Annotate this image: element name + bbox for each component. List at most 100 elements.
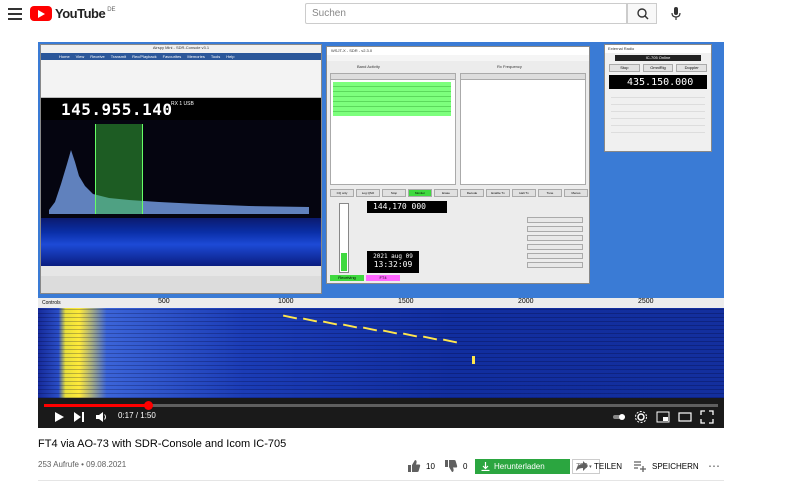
- divider: [38, 480, 724, 481]
- menu-icon[interactable]: [8, 8, 22, 20]
- sdr-menu-item[interactable]: Receive: [90, 53, 104, 60]
- rx-frequency-pane[interactable]: [460, 73, 586, 185]
- external-radio-button[interactable]: OmniRig: [642, 64, 674, 72]
- rx-frequency-header: [461, 74, 585, 80]
- wsjt-button[interactable]: Enable Tx: [486, 189, 510, 197]
- audio-level-meter: [339, 203, 349, 273]
- sdr-console-window: Airspy Mini - SDR-Console v3.1 Home View R…: [40, 44, 322, 294]
- external-radio-button[interactable]: Stop: [609, 64, 640, 72]
- youtube-play-icon: [30, 6, 52, 21]
- search-input[interactable]: Suchen: [305, 3, 627, 24]
- search-button[interactable]: [627, 3, 657, 24]
- sdr-menu-item[interactable]: Favourites: [163, 53, 182, 60]
- more-actions-icon[interactable]: ⋯: [708, 458, 720, 474]
- thumbs-up-icon: [408, 460, 421, 472]
- band-activity-header: [331, 74, 455, 80]
- wsjt-button-row: CQ only Log QSO Stop Monitor Erase Decode Enab…: [330, 189, 588, 197]
- wsjt-button[interactable]: Log QSO: [356, 189, 380, 197]
- tx-button[interactable]: [527, 262, 583, 268]
- decoded-messages[interactable]: [333, 82, 451, 116]
- ruler-tick-label: 2500: [638, 298, 654, 305]
- wsjt-button[interactable]: Halt Tx: [512, 189, 536, 197]
- ruler-tick-label: 1500: [398, 298, 414, 305]
- decode-row[interactable]: [333, 107, 451, 112]
- wsjt-button[interactable]: Monitor: [408, 189, 432, 197]
- sdr-waterfall: [41, 218, 321, 266]
- play-icon[interactable]: [52, 410, 66, 424]
- wsjt-button[interactable]: CQ only: [330, 189, 354, 197]
- next-icon[interactable]: [72, 410, 86, 424]
- progress-scrubber[interactable]: [144, 401, 154, 410]
- autoplay-toggle-icon[interactable]: [612, 410, 626, 424]
- external-radio-window: External Radio IC-705 Online Stop OmniRig…: [604, 44, 712, 152]
- thumbs-down-icon: [445, 460, 458, 472]
- tx-message-buttons: [527, 217, 583, 277]
- receiving-status: Receiving: [330, 275, 364, 281]
- spectrum-trace: [49, 150, 309, 214]
- tx-button[interactable]: [527, 253, 583, 259]
- sdr-menu-item[interactable]: Home: [59, 53, 70, 60]
- sdr-mode: RX 1 USB: [171, 101, 194, 107]
- sdr-menu-item[interactable]: Help: [226, 53, 234, 60]
- microphone-icon[interactable]: [669, 6, 683, 22]
- wsjt-button[interactable]: Stop: [382, 189, 406, 197]
- settings-icon[interactable]: [634, 410, 648, 424]
- logo-text: YouTube: [55, 6, 106, 21]
- dislike-button[interactable]: 0: [444, 458, 467, 474]
- tx-button[interactable]: [527, 217, 583, 223]
- wsjt-button[interactable]: Decode: [460, 189, 484, 197]
- ruler-tick-label: 500: [158, 298, 170, 305]
- external-radio-button[interactable]: Doppler: [676, 64, 708, 72]
- ruler-tick-label: 2000: [518, 298, 534, 305]
- sdr-ribbon: [41, 60, 321, 98]
- sdr-passband: [95, 124, 143, 214]
- share-button[interactable]: TEILEN: [575, 458, 622, 474]
- external-radio-frequency-value: 435.150.000: [627, 77, 694, 88]
- download-button[interactable]: Herunterladen: [475, 459, 570, 474]
- utc-clock: 2021 aug 09 13:32:09: [367, 251, 419, 273]
- dislike-count: 0: [463, 461, 468, 471]
- external-radio-title: External Radio: [605, 45, 711, 53]
- search-placeholder: Suchen: [312, 8, 346, 19]
- miniplayer-icon[interactable]: [656, 410, 670, 424]
- progress-fill: [44, 404, 149, 407]
- external-radio-buttons: Stop OmniRig Doppler: [609, 64, 708, 72]
- clock-time: 13:32:09: [373, 260, 413, 269]
- tx-button[interactable]: [527, 235, 583, 241]
- signal-trace: [472, 356, 475, 364]
- sdr-menu-item[interactable]: View: [76, 53, 85, 60]
- sdr-frequency-bar: 145.955.140 RX 1 USB: [41, 98, 321, 120]
- search-icon: [637, 8, 649, 20]
- like-button[interactable]: 10: [407, 458, 435, 474]
- volume-icon[interactable]: [94, 410, 108, 424]
- band-activity-pane[interactable]: [330, 73, 456, 185]
- wsjt-button[interactable]: Menus: [564, 189, 588, 197]
- sdr-menu-item[interactable]: Tools: [211, 53, 220, 60]
- tx-button[interactable]: [527, 226, 583, 232]
- sdr-menu-item[interactable]: Transmit: [111, 53, 126, 60]
- tx-button[interactable]: [527, 244, 583, 250]
- sdr-menu-item[interactable]: Rec/Playback: [132, 53, 156, 60]
- top-bar: YouTube DE Suchen: [0, 0, 800, 28]
- wsjt-title: WSJT-X - SDR - v2.3.0: [327, 47, 589, 55]
- progress-bar[interactable]: [44, 401, 718, 410]
- youtube-logo[interactable]: YouTube DE: [30, 6, 116, 21]
- sdr-status-bar: [41, 266, 321, 276]
- radio-online-status: IC-705 Online: [615, 55, 701, 61]
- time-display: 0:17 / 1:50: [118, 411, 156, 420]
- wsjt-button[interactable]: Tune: [538, 189, 562, 197]
- video-player[interactable]: Airspy Mini - SDR-Console v3.1 Home View R…: [38, 42, 724, 428]
- add-to-playlist-icon: [634, 461, 646, 472]
- save-button[interactable]: SPEICHERN: [633, 458, 699, 474]
- wsjt-button[interactable]: Erase: [434, 189, 458, 197]
- theater-mode-icon[interactable]: [678, 410, 692, 424]
- video-frame: Airspy Mini - SDR-Console v3.1 Home View R…: [38, 42, 724, 398]
- waterfall-lines: [38, 308, 724, 398]
- sdr-menu-item[interactable]: Memories: [187, 53, 205, 60]
- video-meta: 253 Aufrufe • 09.08.2021: [38, 460, 127, 469]
- like-count: 10: [426, 461, 435, 471]
- controls-checkbox-label[interactable]: Controls: [42, 300, 61, 306]
- fullscreen-icon[interactable]: [700, 410, 714, 424]
- wsjt-status-bar: Receiving FT4: [330, 275, 400, 281]
- doppler-info: [611, 93, 705, 139]
